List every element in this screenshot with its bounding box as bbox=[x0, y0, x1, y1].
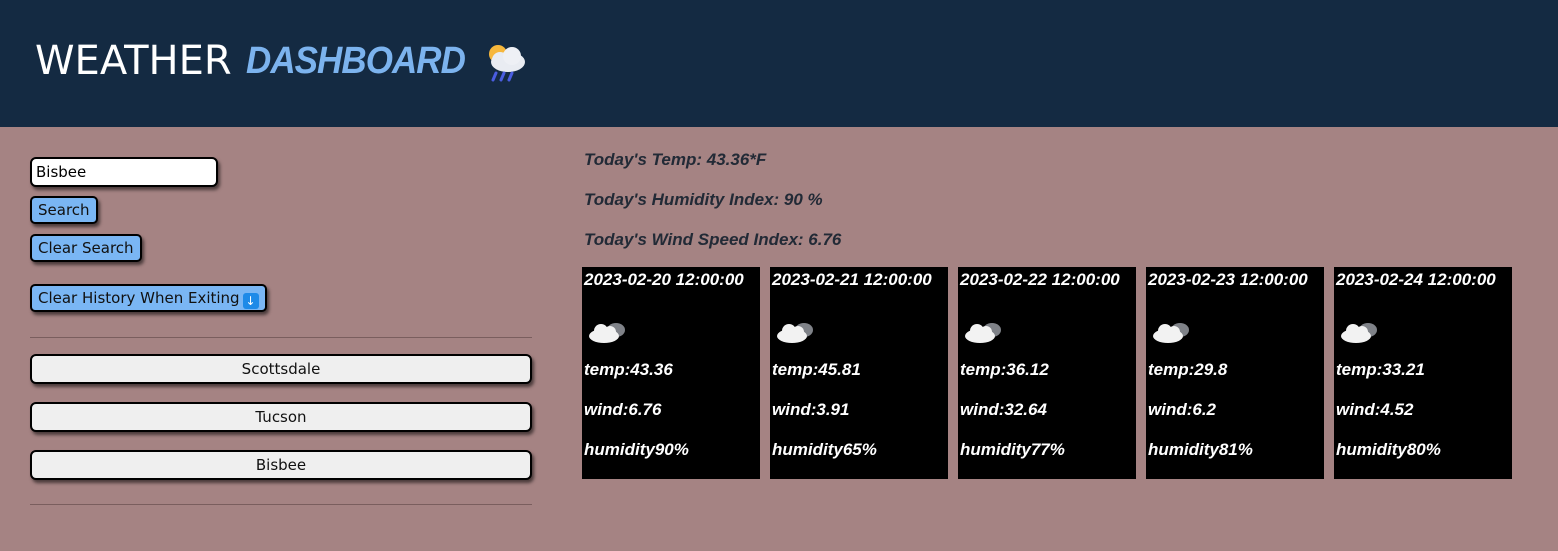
title-accent: DASHBOARD bbox=[245, 39, 466, 82]
divider bbox=[30, 337, 532, 338]
forecast-card: 2023-02-20 12:00:00 temp:43.36 wind:6.76… bbox=[582, 267, 760, 479]
cloud-icon bbox=[965, 323, 1001, 343]
forecast-humidity: humidity65% bbox=[772, 440, 877, 459]
forecast-wind: wind:32.64 bbox=[960, 400, 1047, 419]
today-temp: Today's Temp: 43.36*F bbox=[584, 150, 767, 169]
forecast-row: 2023-02-20 12:00:00 temp:43.36 wind:6.76… bbox=[582, 267, 1512, 479]
forecast-card: 2023-02-21 12:00:00 temp:45.81 wind:3.91… bbox=[770, 267, 948, 479]
history-button-tucson[interactable]: Tucson bbox=[30, 402, 532, 432]
clear-search-button-label: Clear Search bbox=[38, 239, 134, 257]
today-wind: Today's Wind Speed Index: 6.76 bbox=[584, 230, 842, 249]
forecast-temp: temp:45.81 bbox=[772, 360, 861, 379]
forecast-wind: wind:6.76 bbox=[584, 400, 662, 419]
cloud-icon bbox=[589, 323, 625, 343]
cloud-rain-sun-icon bbox=[488, 45, 525, 82]
forecast-humidity: humidity90% bbox=[584, 440, 689, 459]
forecast-card: 2023-02-22 12:00:00 temp:36.12 wind:32.6… bbox=[958, 267, 1136, 479]
forecast-wind: wind:4.52 bbox=[1336, 400, 1414, 419]
forecast-temp: temp:29.8 bbox=[1148, 360, 1228, 379]
clear-history-button[interactable]: Clear History When Exiting ↓ bbox=[30, 284, 267, 312]
forecast-date: 2023-02-21 12:00:00 bbox=[772, 270, 932, 289]
forecast-date: 2023-02-24 12:00:00 bbox=[1336, 270, 1496, 289]
forecast-date: 2023-02-20 12:00:00 bbox=[584, 270, 744, 289]
forecast-card: 2023-02-23 12:00:00 temp:29.8 wind:6.2 h… bbox=[1146, 267, 1324, 479]
clear-search-button[interactable]: Clear Search bbox=[30, 234, 142, 262]
divider bbox=[30, 504, 532, 505]
cloud-icon bbox=[1153, 323, 1189, 343]
history-button-bisbee[interactable]: Bisbee bbox=[30, 450, 532, 480]
forecast-humidity: humidity77% bbox=[960, 440, 1065, 459]
forecast-humidity: humidity81% bbox=[1148, 440, 1253, 459]
title-word: WEATHER bbox=[35, 38, 232, 84]
cloud-icon bbox=[1341, 323, 1377, 343]
forecast-wind: wind:3.91 bbox=[772, 400, 850, 419]
down-arrow-icon: ↓ bbox=[242, 293, 259, 309]
history-button-scottsdale[interactable]: Scottsdale bbox=[30, 354, 532, 384]
forecast-date: 2023-02-23 12:00:00 bbox=[1148, 270, 1308, 289]
forecast-temp: temp:33.21 bbox=[1336, 360, 1425, 379]
page-title: WEATHER DASHBOARD bbox=[35, 38, 530, 84]
search-button-label: Search bbox=[38, 201, 90, 219]
clear-history-button-label: Clear History When Exiting bbox=[38, 289, 240, 307]
cloud-icon bbox=[777, 323, 813, 343]
forecast-wind: wind:6.2 bbox=[1148, 400, 1217, 419]
forecast-temp: temp:36.12 bbox=[960, 360, 1049, 379]
forecast-date: 2023-02-22 12:00:00 bbox=[960, 270, 1120, 289]
forecast-humidity: humidity80% bbox=[1336, 440, 1441, 459]
app-header: WEATHER DASHBOARD bbox=[0, 0, 1558, 127]
forecast-temp: temp:43.36 bbox=[584, 360, 673, 379]
search-button[interactable]: Search bbox=[30, 196, 98, 224]
search-input[interactable] bbox=[30, 157, 218, 187]
forecast-card: 2023-02-24 12:00:00 temp:33.21 wind:4.52… bbox=[1334, 267, 1512, 479]
today-humidity: Today's Humidity Index: 90 % bbox=[584, 190, 823, 209]
